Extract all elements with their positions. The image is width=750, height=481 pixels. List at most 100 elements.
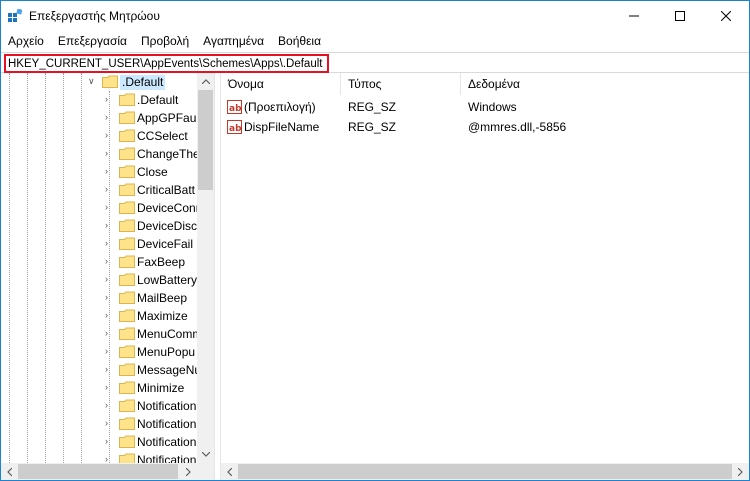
address-input[interactable]: [4, 54, 329, 73]
tree-item[interactable]: › Notification: [1, 415, 197, 433]
tree-item-label: .Default: [137, 93, 179, 107]
chevron-down-icon[interactable]: ∨: [88, 77, 97, 86]
chevron-right-icon[interactable]: ›: [105, 203, 114, 212]
tree-item-label: Close: [137, 165, 168, 179]
tree-item-label: .Default: [120, 75, 166, 90]
tree-item-label: DeviceFail: [137, 237, 194, 251]
tree-item[interactable]: › LowBattery: [1, 271, 197, 289]
chevron-right-icon[interactable]: ›: [105, 95, 114, 104]
tree-item[interactable]: › Maximize: [1, 307, 197, 325]
menu-view[interactable]: Προβολή: [134, 31, 196, 51]
close-button[interactable]: [703, 1, 749, 31]
list-horizontal-scrollbar[interactable]: [221, 463, 749, 480]
column-header-data[interactable]: Δεδομένα: [461, 73, 749, 95]
tree-item[interactable]: › ChangeThe: [1, 145, 200, 163]
tree-horizontal-thumb[interactable]: [18, 464, 178, 479]
minimize-icon: [629, 15, 639, 17]
tree-item[interactable]: › Notification: [1, 397, 197, 415]
chevron-right-icon[interactable]: ›: [105, 401, 114, 410]
column-header-name[interactable]: Όνομα: [221, 73, 341, 95]
tree-item[interactable]: › Notification: [1, 433, 197, 451]
scroll-left-button[interactable]: [1, 463, 18, 480]
tree-item[interactable]: › MenuPopu: [1, 343, 197, 361]
folder-icon: [119, 237, 135, 250]
chevron-right-icon[interactable]: ›: [105, 419, 114, 428]
folder-icon: [119, 363, 135, 376]
title-bar[interactable]: Επεξεργαστής Μητρώου: [1, 1, 749, 31]
address-bar: [1, 52, 749, 73]
chevron-right-icon[interactable]: ›: [105, 239, 114, 248]
chevron-right-icon[interactable]: ›: [105, 347, 114, 356]
chevron-right-icon[interactable]: ›: [105, 293, 114, 302]
chevron-right-icon[interactable]: ›: [105, 365, 114, 374]
folder-icon: [119, 147, 135, 160]
tree-vertical-thumb[interactable]: [198, 90, 213, 190]
scroll-right-button[interactable]: [180, 463, 197, 480]
minimize-button[interactable]: [611, 1, 657, 31]
pane-splitter[interactable]: [214, 73, 221, 480]
tree-item[interactable]: › Close: [1, 163, 197, 181]
tree-item-label: DeviceDisco: [137, 219, 204, 233]
chevron-right-icon[interactable]: ›: [105, 185, 114, 194]
tree-horizontal-scrollbar[interactable]: [1, 463, 214, 480]
svg-text:ab: ab: [229, 104, 242, 114]
tree-item-label: CCSelect: [137, 129, 188, 143]
tree-item-label: MessageNu: [137, 363, 202, 377]
tree-item[interactable]: › DeviceConn: [1, 199, 202, 217]
column-header-type[interactable]: Τύπος: [341, 73, 461, 95]
tree-item[interactable]: › MailBeep: [1, 289, 197, 307]
menu-edit[interactable]: Επεξεργασία: [51, 31, 134, 51]
tree-vertical-scrollbar[interactable]: [197, 73, 214, 463]
tree-item-label: Notification: [137, 399, 197, 413]
chevron-right-icon[interactable]: ›: [105, 113, 114, 122]
tree-item[interactable]: › DeviceDisco: [1, 217, 204, 235]
tree-item-label: Maximize: [137, 309, 188, 323]
chevron-right-icon[interactable]: ›: [105, 329, 114, 338]
scroll-right-button[interactable]: [732, 463, 749, 480]
tree-item[interactable]: › FaxBeep: [1, 253, 197, 271]
chevron-right-icon[interactable]: ›: [105, 437, 114, 446]
scroll-left-button[interactable]: [221, 463, 238, 480]
tree-item[interactable]: ∨ .Default: [1, 73, 197, 91]
maximize-button[interactable]: [657, 1, 703, 31]
folder-icon: [119, 165, 135, 178]
tree-item[interactable]: › Minimize: [1, 379, 197, 397]
chevron-right-icon[interactable]: ›: [105, 131, 114, 140]
value-row[interactable]: ab (Προεπιλογή) REG_SZ Windows: [221, 98, 749, 116]
string-value-icon: ab: [227, 120, 242, 134]
tree-item-label: ChangeThe: [137, 147, 200, 161]
folder-icon: [102, 75, 118, 88]
tree-item[interactable]: › AppGPFault: [1, 109, 202, 127]
folder-icon: [119, 93, 135, 106]
scroll-down-button[interactable]: [197, 446, 214, 463]
tree-item[interactable]: › .Default: [1, 91, 197, 109]
folder-icon: [119, 255, 135, 268]
chevron-right-icon[interactable]: ›: [105, 149, 114, 158]
folder-icon: [119, 309, 135, 322]
chevron-right-icon[interactable]: ›: [105, 167, 114, 176]
chevron-right-icon[interactable]: ›: [105, 221, 114, 230]
folder-icon: [119, 219, 135, 232]
tree-item[interactable]: › MessageNu: [1, 361, 201, 379]
chevron-right-icon[interactable]: ›: [105, 275, 114, 284]
menu-favorites[interactable]: Αγαπημένα: [196, 31, 271, 51]
chevron-down-icon: [201, 452, 210, 457]
chevron-right-icon[interactable]: ›: [105, 383, 114, 392]
tree-item[interactable]: › MenuComm: [1, 325, 202, 343]
tree-item[interactable]: › CCSelect: [1, 127, 197, 145]
value-row[interactable]: ab DispFileName REG_SZ @mmres.dll,-5856: [221, 118, 749, 136]
value-type: REG_SZ: [348, 100, 397, 114]
tree-item[interactable]: › CriticalBatt: [1, 181, 197, 199]
menu-file[interactable]: Αρχείο: [1, 31, 51, 51]
tree-item[interactable]: › DeviceFail: [1, 235, 197, 253]
registry-editor-window: Επεξεργαστής Μητρώου Αρχείο Επεξεργασία …: [0, 0, 750, 481]
maximize-icon: [675, 11, 685, 21]
registry-editor-icon: [8, 9, 22, 22]
chevron-right-icon[interactable]: ›: [105, 311, 114, 320]
list-horizontal-thumb[interactable]: [238, 464, 732, 479]
chevron-right-icon[interactable]: ›: [105, 257, 114, 266]
menu-help[interactable]: Βοήθεια: [271, 31, 328, 51]
scroll-up-button[interactable]: [197, 73, 214, 90]
value-type: REG_SZ: [348, 120, 397, 134]
key-tree: ∨ .Default › .Default › AppGPFault › CCSelect › C…: [1, 73, 214, 480]
